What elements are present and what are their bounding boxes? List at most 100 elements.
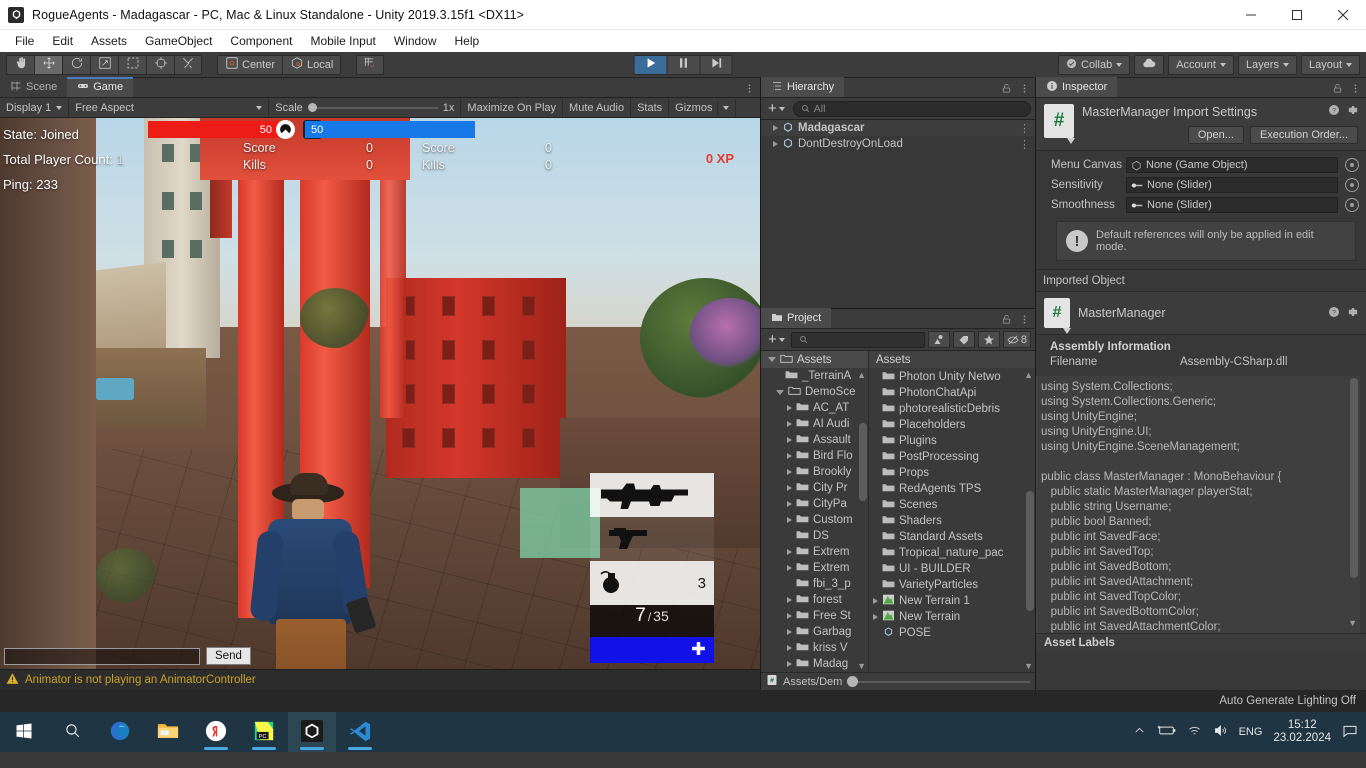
layers-button[interactable]: Layers <box>1237 54 1297 75</box>
rotate-tool-button[interactable] <box>62 54 90 75</box>
hierarchy-item-menu[interactable]: ⋮ <box>1019 122 1030 135</box>
disclosure-triangle-icon[interactable] <box>787 661 792 667</box>
gear-icon[interactable] <box>1346 104 1358 119</box>
display-dropdown[interactable]: Display 1 <box>0 98 70 117</box>
menu-canvas-object-field[interactable]: None (Game Object) <box>1126 157 1359 173</box>
contents-scroll-down-arrow[interactable]: ▼ <box>1024 661 1033 671</box>
inspector-tab-tools[interactable] <box>1332 83 1361 94</box>
project-content-item[interactable]: Plugins <box>869 433 1035 449</box>
menu-assets[interactable]: Assets <box>82 32 136 50</box>
custom-editor-tool-button[interactable] <box>174 54 202 75</box>
project-content-item[interactable]: Photon Unity Netwo <box>869 369 1035 385</box>
file-explorer-button[interactable] <box>144 712 192 752</box>
disclosure-triangle-icon[interactable] <box>787 645 792 651</box>
open-button[interactable]: Open... <box>1187 126 1244 144</box>
menu-edit[interactable]: Edit <box>43 32 82 50</box>
hierarchy-tab-tools[interactable] <box>1001 83 1030 94</box>
help-icon[interactable]: ? <box>1328 104 1340 119</box>
scale-tool-button[interactable] <box>90 54 118 75</box>
transform-tool-button[interactable] <box>146 54 174 75</box>
menu-help[interactable]: Help <box>446 32 489 50</box>
menu-file[interactable]: File <box>6 32 43 50</box>
cloud-button[interactable] <box>1134 54 1165 75</box>
yandex-button[interactable] <box>192 712 240 752</box>
chat-input[interactable] <box>4 647 200 665</box>
project-tree-root[interactable]: Assets <box>761 351 868 368</box>
clock[interactable]: 15:12 23.02.2024 <box>1273 719 1331 745</box>
project-tree-item[interactable]: DS <box>761 528 868 544</box>
disclosure-triangle-icon[interactable] <box>873 614 878 620</box>
scale-slider-track[interactable] <box>307 103 438 112</box>
disclosure-triangle-icon[interactable] <box>787 501 792 507</box>
tree-scroll-up-arrow[interactable]: ▲ <box>857 370 866 380</box>
chevron-right-icon[interactable] <box>773 125 778 131</box>
disclosure-triangle-icon[interactable] <box>787 517 792 523</box>
aspect-dropdown[interactable]: Free Aspect <box>69 98 270 117</box>
project-tree-item[interactable]: fbi_3_p <box>761 576 868 592</box>
disclosure-triangle-icon[interactable] <box>787 485 792 491</box>
project-search-input[interactable] <box>790 331 925 348</box>
execution-order-button[interactable]: Execution Order... <box>1249 126 1358 144</box>
edge-button[interactable] <box>96 712 144 752</box>
disclosure-triangle-icon[interactable] <box>787 549 792 555</box>
object-picker-button[interactable] <box>1345 178 1359 192</box>
menu-gameobject[interactable]: GameObject <box>136 32 221 50</box>
disclosure-triangle-icon[interactable] <box>873 598 878 604</box>
project-tree-item[interactable]: Brookly <box>761 464 868 480</box>
project-tree-item[interactable]: Bird Flo <box>761 448 868 464</box>
project-add-button[interactable]: + <box>765 332 788 347</box>
project-tree-item[interactable]: City Pr <box>761 480 868 496</box>
disclosure-triangle-icon[interactable] <box>787 421 792 427</box>
project-content-item[interactable]: New Terrain <box>869 609 1035 625</box>
layout-button[interactable]: Layout <box>1300 54 1360 75</box>
account-button[interactable]: Account <box>1168 54 1234 75</box>
stats-toggle[interactable]: Stats <box>631 98 670 117</box>
tab-game[interactable]: Game <box>67 77 134 97</box>
filter-by-label-button[interactable] <box>952 331 975 348</box>
project-tree-item[interactable]: Free St <box>761 608 868 624</box>
project-content-item[interactable]: Placeholders <box>869 417 1035 433</box>
project-tree-item[interactable]: Extrem <box>761 560 868 576</box>
project-content-item[interactable]: PostProcessing <box>869 449 1035 465</box>
pause-button[interactable] <box>666 54 700 75</box>
hierarchy-search-input[interactable]: All <box>792 100 1031 117</box>
search-button[interactable] <box>48 712 96 752</box>
disclosure-triangle-icon[interactable] <box>787 629 792 635</box>
gear-icon[interactable] <box>1346 306 1358 321</box>
project-tree-item[interactable]: CityPa <box>761 496 868 512</box>
disclosure-triangle-icon[interactable] <box>787 613 792 619</box>
project-tree-item[interactable]: forest <box>761 592 868 608</box>
scale-slider-knob[interactable] <box>307 103 317 112</box>
tree-scroll-down-arrow[interactable]: ▼ <box>857 661 866 671</box>
hierarchy-item-dontdestroyonload[interactable]: DontDestroyOnLoad ⋮ <box>761 136 1035 152</box>
menu-window[interactable]: Window <box>385 32 446 50</box>
minimize-button[interactable] <box>1228 0 1274 30</box>
battery-charging-icon[interactable] <box>1157 724 1176 740</box>
project-content-item[interactable]: photorealisticDebris <box>869 401 1035 417</box>
object-picker-button[interactable] <box>1345 198 1359 212</box>
thumbnail-size-slider[interactable] <box>847 676 1030 687</box>
maximize-button[interactable] <box>1274 0 1320 30</box>
tree-scrollbar-thumb[interactable] <box>859 423 867 501</box>
tab-project[interactable]: Project <box>761 308 832 328</box>
chevron-down-icon[interactable] <box>768 357 776 362</box>
start-button[interactable] <box>0 712 48 752</box>
disclosure-triangle-icon[interactable] <box>776 389 784 395</box>
project-content-item[interactable]: Props <box>869 465 1035 481</box>
project-content-item[interactable]: VarietyParticles <box>869 577 1035 593</box>
project-tree-item[interactable]: Custom <box>761 512 868 528</box>
disclosure-triangle-icon[interactable] <box>787 597 792 603</box>
menu-mobile-input[interactable]: Mobile Input <box>301 32 384 50</box>
disclosure-triangle-icon[interactable] <box>787 565 792 571</box>
project-tree-item[interactable]: kriss V <box>761 640 868 656</box>
pycharm-button[interactable]: PC <box>240 712 288 752</box>
project-content-item[interactable]: Standard Assets <box>869 529 1035 545</box>
hidden-packages-button[interactable]: 8 <box>1002 331 1031 348</box>
script-preview[interactable]: using System.Collections; using System.Co… <box>1036 376 1360 633</box>
console-warning-strip[interactable]: Animator is not playing an AnimatorContr… <box>0 669 760 690</box>
language-indicator[interactable]: ENG <box>1239 726 1263 738</box>
rotation-button[interactable]: Local <box>282 54 342 75</box>
sensitivity-object-field[interactable]: None (Slider) <box>1126 177 1359 193</box>
volume-icon[interactable] <box>1213 723 1228 741</box>
game-render-surface[interactable]: State: Joined Total Player Count: 1 Ping… <box>0 118 760 669</box>
